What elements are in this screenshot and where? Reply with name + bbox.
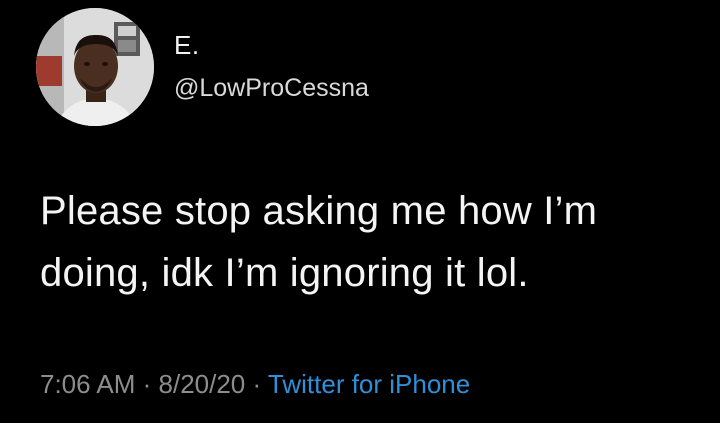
tweet-source-link[interactable]: Twitter for iPhone xyxy=(268,369,470,399)
meta-separator: · xyxy=(135,369,159,399)
tweet-meta: 7:06 AM · 8/20/20 · Twitter for iPhone xyxy=(40,368,470,400)
avatar-photo xyxy=(36,8,154,126)
meta-separator: · xyxy=(245,369,268,399)
avatar[interactable] xyxy=(36,8,154,126)
tweet-time[interactable]: 7:06 AM xyxy=(40,369,135,399)
user-handle[interactable]: @LowProCessna xyxy=(174,73,369,103)
tweet-text: Please stop asking me how I’m doing, idk… xyxy=(40,180,700,304)
tweet-text-line: Please stop asking me how I’m xyxy=(40,189,598,233)
tweet-text-line: doing, idk I’m ignoring it lol. xyxy=(40,251,529,295)
tweet-card: E. @LowProCessna Please stop asking me h… xyxy=(0,0,720,423)
display-name[interactable]: E. xyxy=(174,30,200,60)
tweet-date[interactable]: 8/20/20 xyxy=(159,369,246,399)
